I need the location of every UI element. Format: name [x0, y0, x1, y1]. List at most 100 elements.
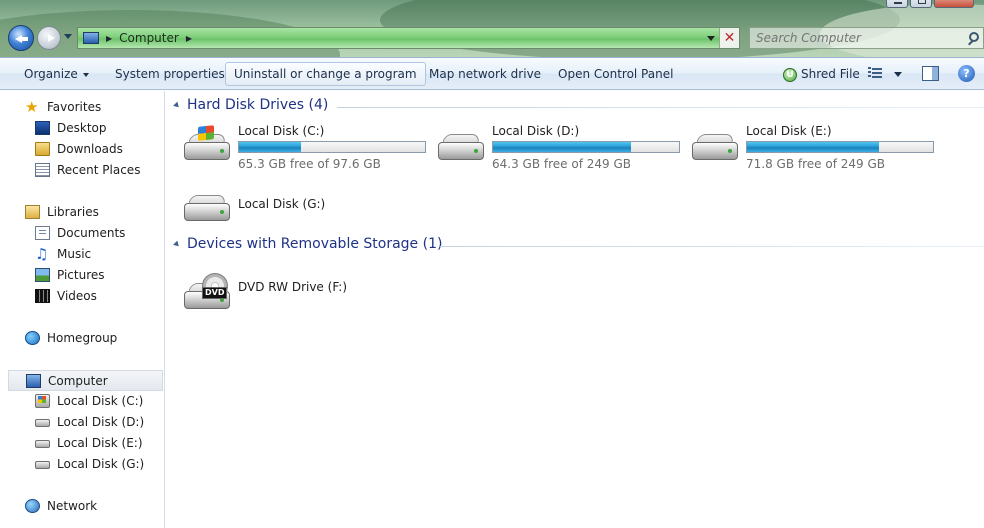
nav-network[interactable]: Network	[0, 496, 163, 517]
drive-tile-c[interactable]: Local Disk (C:) 65.3 GB free of 97.6 GB	[180, 124, 430, 172]
nav-label: Local Disk (D:)	[57, 415, 145, 429]
nav-label: Local Disk (E:)	[57, 436, 143, 450]
nav-local-disk-d[interactable]: Local Disk (D:)	[0, 412, 163, 433]
libraries-icon	[25, 205, 40, 219]
network-icon	[25, 499, 40, 513]
view-options-dropdown[interactable]	[894, 72, 902, 77]
downloads-folder-icon	[35, 142, 50, 156]
search-input[interactable]	[756, 31, 956, 45]
shred-icon: U	[783, 67, 797, 82]
drive-tile-d[interactable]: Local Disk (D:) 64.3 GB free of 249 GB	[434, 124, 684, 172]
back-button[interactable]	[8, 25, 34, 51]
drive-name: Local Disk (E:)	[746, 124, 832, 138]
drive-tile-g[interactable]: Local Disk (G:)	[180, 181, 430, 229]
change-view-icon[interactable]	[868, 66, 884, 80]
nav-music[interactable]: ♫ Music	[0, 244, 163, 265]
nav-label: Favorites	[47, 100, 102, 114]
system-drive-icon	[35, 394, 50, 408]
window-controls	[886, 0, 974, 8]
nav-label: Libraries	[47, 205, 99, 219]
nav-label: Music	[57, 247, 92, 261]
breadcrumb-chevron-icon[interactable]: ▶	[106, 34, 112, 43]
nav-favorites[interactable]: ★ Favorites	[0, 97, 163, 118]
nav-videos[interactable]: Videos	[0, 286, 163, 307]
capacity-bar	[492, 141, 680, 153]
drive-name: Local Disk (D:)	[492, 124, 580, 138]
collapse-group-icon[interactable]	[173, 240, 181, 249]
command-bar: Organize System properties Uninstall or …	[0, 57, 984, 90]
nav-downloads[interactable]: Downloads	[0, 139, 163, 160]
drive-icon	[35, 440, 50, 448]
nav-documents[interactable]: Documents	[0, 223, 163, 244]
nav-label: Local Disk (G:)	[57, 457, 145, 471]
nav-label: Homegroup	[47, 331, 118, 345]
maximize-button[interactable]	[910, 0, 932, 8]
capacity-fill	[493, 142, 631, 152]
map-network-drive-button[interactable]: Map network drive	[421, 62, 549, 86]
nav-pictures[interactable]: Pictures	[0, 265, 163, 286]
desktop-icon	[35, 121, 50, 135]
drive-tile-e[interactable]: Local Disk (E:) 71.8 GB free of 249 GB	[688, 124, 938, 172]
recent-pages-dropdown[interactable]	[64, 34, 72, 39]
group-header-hard-disks[interactable]: Hard Disk Drives (4)	[173, 97, 984, 117]
address-bar[interactable]: ▶ Computer ▶ ✕	[77, 27, 740, 49]
minimize-icon	[894, 2, 902, 4]
breadcrumb-computer[interactable]: Computer	[119, 31, 179, 45]
breadcrumb-chevron-icon[interactable]: ▶	[186, 34, 192, 43]
shred-file-label: Shred File	[801, 67, 860, 81]
nav-desktop[interactable]: Desktop	[0, 118, 163, 139]
preview-pane-icon[interactable]	[922, 66, 939, 81]
nav-label: Computer	[48, 374, 108, 388]
recent-places-icon	[35, 163, 50, 177]
nav-label: Network	[47, 499, 98, 513]
drive-icon	[692, 134, 738, 162]
drive-name: Local Disk (C:)	[238, 124, 325, 138]
system-drive-icon	[184, 125, 230, 162]
group-header-removable[interactable]: Devices with Removable Storage (1)	[173, 236, 984, 256]
search-box[interactable]	[749, 27, 984, 49]
drive-icon	[35, 461, 50, 469]
group-title: Devices with Removable Storage (1)	[187, 236, 443, 252]
drive-free-space: 65.3 GB free of 97.6 GB	[238, 157, 381, 171]
nav-label: Local Disk (C:)	[57, 394, 144, 408]
capacity-bar	[238, 141, 426, 153]
homegroup-icon	[25, 331, 40, 345]
collapse-group-icon[interactable]	[173, 101, 181, 110]
nav-libraries[interactable]: Libraries	[0, 202, 163, 223]
capacity-fill	[239, 142, 301, 152]
videos-icon	[35, 289, 50, 303]
nav-local-disk-c[interactable]: Local Disk (C:)	[0, 391, 163, 412]
drive-icon	[184, 195, 230, 223]
close-button[interactable]	[934, 0, 974, 8]
drive-name: DVD RW Drive (F:)	[238, 280, 348, 294]
organize-label: Organize	[24, 67, 78, 81]
nav-computer[interactable]: Computer	[8, 370, 163, 391]
search-icon[interactable]	[969, 32, 979, 42]
address-history-dropdown[interactable]	[707, 35, 715, 41]
navigation-pane: ★ Favorites Desktop Downloads Recent Pla…	[0, 91, 165, 528]
stop-icon[interactable]: ✕	[719, 28, 739, 48]
nav-homegroup[interactable]: Homegroup	[0, 328, 163, 349]
group-divider	[440, 246, 984, 247]
nav-label: Videos	[57, 289, 97, 303]
nav-label: Downloads	[57, 142, 123, 156]
organize-menu-button[interactable]: Organize	[16, 62, 97, 86]
drive-icon	[438, 134, 484, 162]
star-icon: ★	[25, 98, 39, 116]
minimize-button[interactable]	[886, 0, 908, 8]
uninstall-program-button[interactable]: Uninstall or change a program	[225, 62, 426, 86]
shred-file-button[interactable]: U Shred File	[775, 62, 868, 86]
nav-local-disk-e[interactable]: Local Disk (E:)	[0, 433, 163, 454]
nav-local-disk-g[interactable]: Local Disk (G:)	[0, 454, 163, 475]
open-control-panel-button[interactable]: Open Control Panel	[550, 62, 681, 86]
forward-button[interactable]	[37, 26, 61, 50]
group-divider	[337, 107, 984, 108]
pictures-icon	[35, 268, 50, 282]
drive-free-space: 64.3 GB free of 249 GB	[492, 157, 631, 171]
help-icon[interactable]: ?	[958, 65, 975, 82]
system-properties-button[interactable]: System properties	[107, 62, 233, 86]
dvd-badge: DVD	[202, 287, 228, 299]
nav-recent-places[interactable]: Recent Places	[0, 160, 163, 181]
maximize-icon	[918, 0, 926, 4]
drive-tile-dvd[interactable]: DVD DVD RW Drive (F:)	[180, 265, 430, 313]
